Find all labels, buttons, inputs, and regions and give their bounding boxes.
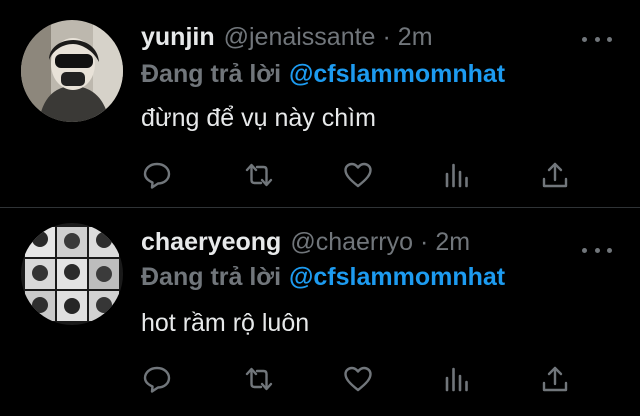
avatar[interactable]: [21, 20, 123, 122]
tweet-header: yunjin @jenaissante · 2m: [141, 23, 433, 57]
display-name[interactable]: yunjin: [141, 23, 215, 52]
tweet[interactable]: chaeryeong @chaerryo · 2m Đang trả lời @c…: [0, 208, 640, 416]
separator-dot: ·: [420, 228, 429, 256]
share-icon[interactable]: [537, 157, 573, 193]
replying-to: Đang trả lời @cfslammomnhat: [141, 60, 505, 89]
tweet-header: chaeryeong @chaerryo · 2m: [141, 228, 470, 262]
user-handle[interactable]: @chaerryo: [290, 228, 413, 257]
separator-dot: ·: [382, 23, 391, 51]
heart-icon[interactable]: [340, 361, 376, 397]
stats-icon[interactable]: [439, 361, 475, 397]
replying-prefix: Đang trả lời: [141, 60, 282, 88]
retweet-icon[interactable]: [241, 361, 277, 397]
user-handle[interactable]: @jenaissante: [224, 23, 376, 52]
replying-handle-link[interactable]: @cfslammomnhat: [289, 60, 505, 88]
tweet-actions: [0, 361, 640, 397]
tweet[interactable]: yunjin @jenaissante · 2m Đang trả lời @cf…: [0, 0, 640, 207]
retweet-icon[interactable]: [241, 157, 277, 193]
stats-icon[interactable]: [439, 157, 475, 193]
reply-icon[interactable]: [139, 361, 175, 397]
replying-handle-link[interactable]: @cfslammomnhat: [289, 263, 505, 291]
tweet-actions: [0, 157, 640, 193]
replying-to: Đang trả lời @cfslammomnhat: [141, 263, 505, 292]
timestamp[interactable]: 2m: [435, 228, 470, 257]
tweet-text: đừng để vụ này chìm: [141, 104, 376, 132]
replying-prefix: Đang trả lời: [141, 263, 282, 291]
heart-icon[interactable]: [340, 157, 376, 193]
reply-icon[interactable]: [139, 157, 175, 193]
avatar[interactable]: [21, 223, 123, 325]
tweet-text: hot rầm rộ luôn: [141, 309, 310, 337]
timestamp[interactable]: 2m: [398, 23, 433, 52]
share-icon[interactable]: [537, 361, 573, 397]
more-icon[interactable]: [582, 33, 612, 45]
more-icon[interactable]: [582, 244, 612, 256]
display-name[interactable]: chaeryeong: [141, 228, 281, 257]
